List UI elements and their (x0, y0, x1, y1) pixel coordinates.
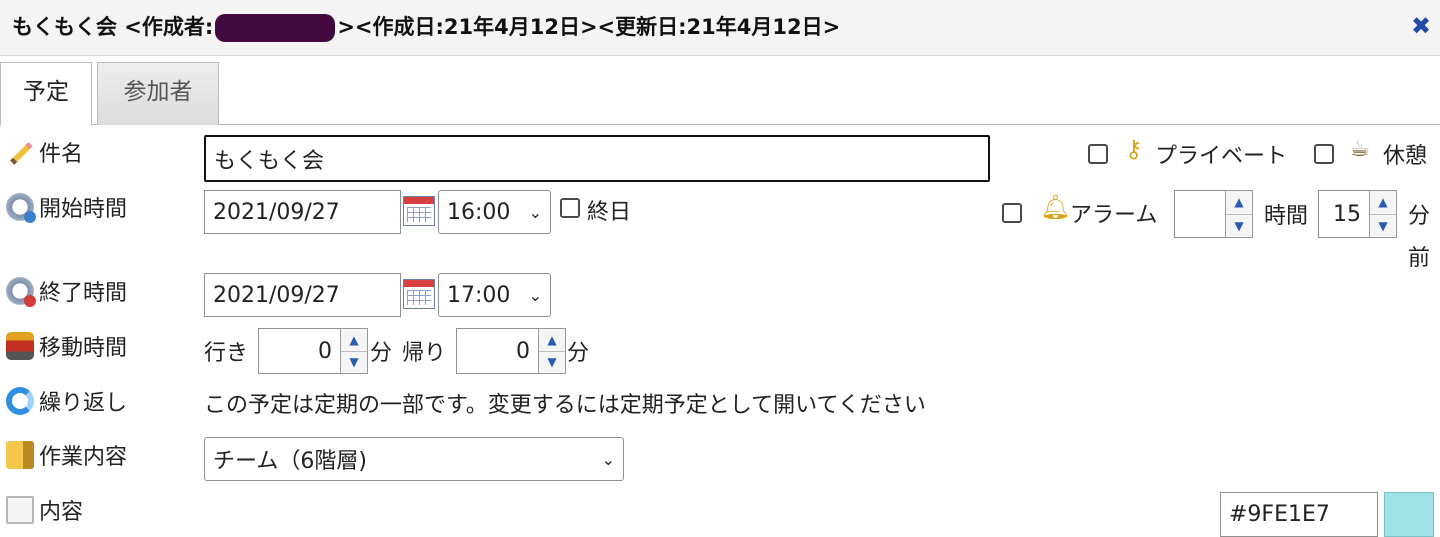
color-hex-input[interactable]: #9FE1E7 (1220, 492, 1378, 537)
bell-icon: 🔔︎ (1040, 193, 1071, 221)
end-time-value: 17:00 (447, 282, 511, 308)
chevron-down-icon: ⌄ (528, 285, 542, 305)
dialog-title-bar: もくもく会 <作成者: ><作成日:21年4月12日><更新日:21年4月12日>… (0, 0, 1440, 56)
end-date-input[interactable]: 2021/09/27 (204, 273, 401, 317)
alarm-minutes-stepper[interactable]: ▲ ▼ (1369, 190, 1397, 238)
train-icon (6, 332, 34, 360)
alarm-label: アラーム (1070, 203, 1158, 228)
clock-end-icon (6, 277, 36, 307)
title-suffix: ><作成日:21年4月12日><更新日:21年4月12日> (337, 15, 841, 39)
task-value: チーム（6階層) (213, 449, 367, 474)
stepper-down-icon[interactable]: ▼ (1370, 215, 1396, 238)
key-icon: ⚷ (1125, 135, 1143, 163)
end-time-select[interactable]: 17:00 ⌄ (438, 273, 551, 317)
tab-bar: 予定 参加者 (0, 56, 1440, 126)
task-label: 作業内容 (39, 445, 128, 470)
color-swatch[interactable] (1384, 492, 1434, 537)
calendar-icon[interactable] (403, 196, 435, 226)
travel-return-input[interactable]: 0 (456, 328, 539, 374)
travel-label-row: 移動時間 (6, 329, 127, 363)
repeat-label: 繰り返し (39, 391, 128, 416)
end-label: 終了時間 (39, 281, 128, 306)
alarm-hours-stepper[interactable]: ▲ ▼ (1225, 190, 1253, 238)
allday-checkbox[interactable] (560, 198, 580, 218)
title-prefix: もくもく会 <作成者: (12, 15, 214, 39)
end-label-row: 終了時間 (6, 274, 127, 308)
content-label: 内容 (39, 500, 84, 525)
tab-participants[interactable]: 参加者 (97, 62, 219, 125)
allday-label: 終日 (587, 200, 632, 225)
private-checkbox[interactable] (1088, 144, 1108, 164)
subject-input[interactable]: もくもく会 (204, 135, 990, 182)
break-label: 休憩 (1383, 144, 1428, 169)
task-select[interactable]: チーム（6階層) ⌄ (204, 437, 624, 481)
stepper-down-icon[interactable]: ▼ (341, 352, 367, 374)
travel-go-stepper[interactable]: ▲ ▼ (340, 328, 368, 374)
pencil-icon (0, 132, 40, 172)
stepper-down-icon[interactable]: ▼ (1226, 215, 1252, 238)
travel-return-stepper[interactable]: ▲ ▼ (538, 328, 566, 374)
coffee-cup-icon: ☕ (1350, 137, 1370, 162)
stepper-up-icon[interactable]: ▲ (1226, 191, 1252, 215)
travel-go-unit: 分 (370, 341, 393, 366)
dialog-title: もくもく会 <作成者: ><作成日:21年4月12日><更新日:21年4月12日> (12, 11, 840, 42)
alarm-hours-input[interactable] (1174, 190, 1228, 238)
repeat-label-row: 繰り返し (6, 384, 127, 418)
redacted-author (215, 14, 336, 42)
alarm-minutes-unit: 分 (1408, 204, 1431, 229)
repeat-icon (6, 387, 34, 415)
stepper-up-icon[interactable]: ▲ (341, 329, 367, 352)
start-label-row: 開始時間 (6, 190, 127, 224)
alarm-checkbox[interactable] (1002, 203, 1022, 223)
chevron-down-icon: ⌄ (528, 202, 542, 222)
stepper-up-icon[interactable]: ▲ (539, 329, 565, 352)
close-icon[interactable]: ✖ (1408, 12, 1434, 40)
travel-return-label: 帰り (402, 341, 447, 366)
alarm-before-label: 前 (1408, 246, 1431, 271)
stepper-down-icon[interactable]: ▼ (539, 352, 565, 374)
subject-label-row: 件名 (6, 135, 83, 169)
start-time-select[interactable]: 16:00 ⌄ (438, 190, 551, 234)
book-icon (6, 441, 34, 469)
subject-label: 件名 (39, 142, 84, 167)
start-time-value: 16:00 (447, 199, 511, 225)
travel-go-label: 行き (204, 341, 249, 366)
private-label: プライベート (1155, 144, 1288, 169)
content-label-row: 内容 (6, 493, 83, 527)
stepper-up-icon[interactable]: ▲ (1370, 191, 1396, 215)
chevron-down-icon: ⌄ (601, 449, 615, 469)
clock-start-icon (6, 193, 36, 223)
alarm-hours-unit: 時間 (1264, 204, 1309, 229)
alarm-minutes-input[interactable]: 15 (1318, 190, 1370, 238)
calendar-icon[interactable] (403, 279, 435, 309)
travel-return-unit: 分 (567, 341, 590, 366)
start-date-input[interactable]: 2021/09/27 (204, 190, 401, 234)
task-label-row: 作業内容 (6, 438, 127, 472)
travel-label: 移動時間 (39, 336, 128, 361)
repeat-message: この予定は定期の一部です。変更するには定期予定として開いてください (204, 393, 926, 418)
start-label: 開始時間 (39, 197, 128, 222)
document-icon (6, 496, 34, 524)
break-checkbox[interactable] (1314, 144, 1334, 164)
tab-schedule[interactable]: 予定 (0, 62, 92, 126)
travel-go-input[interactable]: 0 (258, 328, 341, 374)
